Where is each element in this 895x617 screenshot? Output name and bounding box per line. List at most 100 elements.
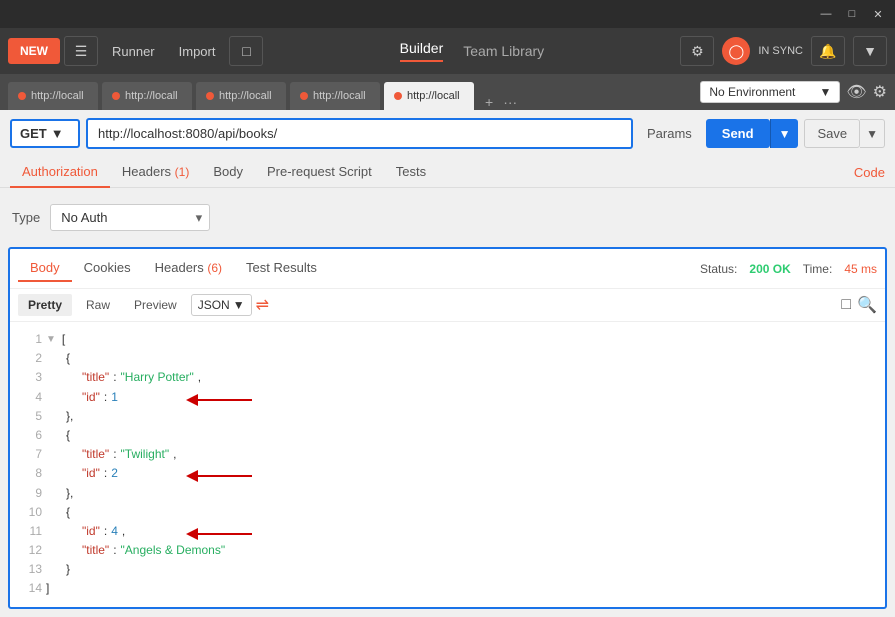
- json-colon: :: [104, 464, 107, 483]
- resp-tab-cookies[interactable]: Cookies: [72, 255, 143, 282]
- fmt-preview[interactable]: Preview: [124, 294, 187, 316]
- tab-builder[interactable]: Builder: [400, 40, 444, 62]
- url-tabs-bar: http://locall http://locall http://local…: [0, 74, 895, 110]
- code-label: Code: [854, 165, 885, 180]
- json-value: "Harry Potter": [121, 368, 194, 387]
- tab-headers[interactable]: Headers (1): [110, 157, 201, 188]
- url-input[interactable]: http://localhost:8080/api/books/: [86, 118, 633, 149]
- code-link[interactable]: Code: [854, 165, 885, 180]
- json-line-2: 2 {: [22, 349, 873, 368]
- tab-dot: [394, 92, 402, 100]
- auth-type-row: Type No Auth Basic Auth Bearer Token OAu…: [12, 204, 883, 231]
- auth-type-label: Type: [12, 210, 40, 225]
- json-line-13: 13 }: [22, 560, 873, 579]
- json-bracket: ]: [46, 579, 49, 598]
- env-gear-button[interactable]: ⚙: [873, 82, 887, 102]
- import-button[interactable]: Import: [169, 38, 226, 65]
- tab-authorization[interactable]: Authorization: [10, 157, 110, 188]
- json-line-6: 6 {: [22, 426, 873, 445]
- toggle-icon[interactable]: ▼: [46, 332, 56, 348]
- url-tab-3[interactable]: http://locall: [196, 82, 286, 110]
- json-bracket: },: [66, 407, 73, 426]
- add-tab-button[interactable]: +: [482, 94, 496, 110]
- more-button[interactable]: ▼: [853, 36, 887, 66]
- url-tab-5[interactable]: http://locall: [384, 82, 474, 110]
- response-status-bar: Status: 200 OK Time: 45 ms: [700, 262, 877, 276]
- line-number: 12: [22, 541, 42, 560]
- env-bar: No Environment ▼ 👁 ⚙: [692, 74, 895, 110]
- notification-button[interactable]: 🔔: [811, 36, 845, 66]
- sync-badge: IN SYNC: [758, 45, 803, 57]
- resp-tab-body[interactable]: Body: [18, 255, 72, 282]
- maximize-button[interactable]: □: [843, 5, 861, 23]
- resp-tab-test-results[interactable]: Test Results: [234, 255, 329, 282]
- headers-label: Headers: [122, 164, 171, 179]
- json-line-9: 9 },: [22, 484, 873, 503]
- method-label: GET: [20, 126, 47, 141]
- send-dropdown-button[interactable]: ▼: [770, 119, 799, 148]
- json-bracket: },: [66, 484, 73, 503]
- new-tab-button[interactable]: □: [229, 36, 263, 66]
- line-number: 13: [22, 560, 42, 579]
- json-key: "title": [82, 445, 109, 464]
- json-line-4: 4 "id" : 1: [22, 388, 873, 407]
- params-button[interactable]: Params: [639, 120, 700, 147]
- runner-button[interactable]: Runner: [102, 38, 165, 65]
- env-eye-button[interactable]: 👁: [846, 82, 866, 102]
- json-comma: ,: [198, 368, 201, 387]
- sidebar-icon: ☰: [75, 43, 88, 60]
- copy-button[interactable]: □: [841, 295, 851, 315]
- tab-tests[interactable]: Tests: [384, 157, 438, 188]
- line-number: 8: [22, 464, 42, 483]
- resp-tab-headers[interactable]: Headers (6): [143, 255, 234, 282]
- url-tab-1[interactable]: http://locall: [8, 82, 98, 110]
- auth-type-selector-wrap: No Auth Basic Auth Bearer Token OAuth 2.…: [50, 204, 210, 231]
- json-line-1: 1 ▼ [: [22, 330, 873, 349]
- json-line-10: 10 {: [22, 503, 873, 522]
- auth-section: Type No Auth Basic Auth Bearer Token OAu…: [0, 188, 895, 247]
- tab-prerequest[interactable]: Pre-request Script: [255, 157, 384, 188]
- line-number: 11: [22, 522, 42, 541]
- new-button[interactable]: NEW: [8, 38, 60, 64]
- settings-button[interactable]: ⚙: [680, 36, 714, 66]
- fmt-pretty[interactable]: Pretty: [18, 294, 72, 316]
- json-viewer-area: 1 ▼ [ 2 { 3 "title" :: [10, 322, 885, 607]
- json-value: "Angels & Demons": [121, 541, 226, 560]
- fmt-wrap-icon[interactable]: ⇌: [256, 295, 269, 315]
- sidebar-toggle-button[interactable]: ☰: [64, 36, 98, 66]
- json-bracket: {: [66, 503, 70, 522]
- json-bracket: [: [62, 330, 65, 349]
- env-selector[interactable]: No Environment ▼: [700, 81, 840, 103]
- time-value: 45 ms: [844, 262, 877, 276]
- send-button[interactable]: Send: [706, 119, 770, 148]
- fmt-raw[interactable]: Raw: [76, 294, 120, 316]
- more-tabs-button[interactable]: ···: [500, 94, 520, 110]
- url-tab-2[interactable]: http://locall: [102, 82, 192, 110]
- auth-type-selector[interactable]: No Auth Basic Auth Bearer Token OAuth 2.…: [50, 204, 210, 231]
- json-bracket: {: [66, 426, 70, 445]
- method-selector[interactable]: GET ▼: [10, 119, 80, 148]
- time-label: Time:: [803, 262, 833, 276]
- json-value: 2: [111, 464, 118, 483]
- response-tabs-bar: Body Cookies Headers (6) Test Results St…: [10, 249, 885, 289]
- fmt-format-selector[interactable]: JSON ▼: [191, 294, 252, 316]
- authorization-label: Authorization: [22, 164, 98, 179]
- search-button[interactable]: 🔍: [857, 295, 877, 315]
- minimize-button[interactable]: —: [817, 5, 835, 23]
- tab-team-library[interactable]: Team Library: [463, 43, 544, 59]
- save-button[interactable]: Save: [804, 119, 860, 148]
- headers-count: (1): [175, 165, 190, 179]
- json-line-7: 7 "title" : "Twilight" ,: [22, 445, 873, 464]
- tab-body[interactable]: Body: [201, 157, 255, 188]
- main-toolbar: NEW ☰ Runner Import □ Builder Team Libra…: [0, 28, 895, 74]
- json-bracket: {: [66, 349, 70, 368]
- save-dropdown-button[interactable]: ▼: [860, 119, 885, 148]
- json-colon: :: [113, 541, 116, 560]
- prerequest-label: Pre-request Script: [267, 164, 372, 179]
- url-tab-4[interactable]: http://locall: [290, 82, 380, 110]
- json-key: "id": [82, 464, 100, 483]
- json-line-5: 5 },: [22, 407, 873, 426]
- json-comma: ,: [173, 445, 176, 464]
- json-value: 4: [111, 522, 118, 541]
- close-button[interactable]: ✕: [869, 5, 887, 23]
